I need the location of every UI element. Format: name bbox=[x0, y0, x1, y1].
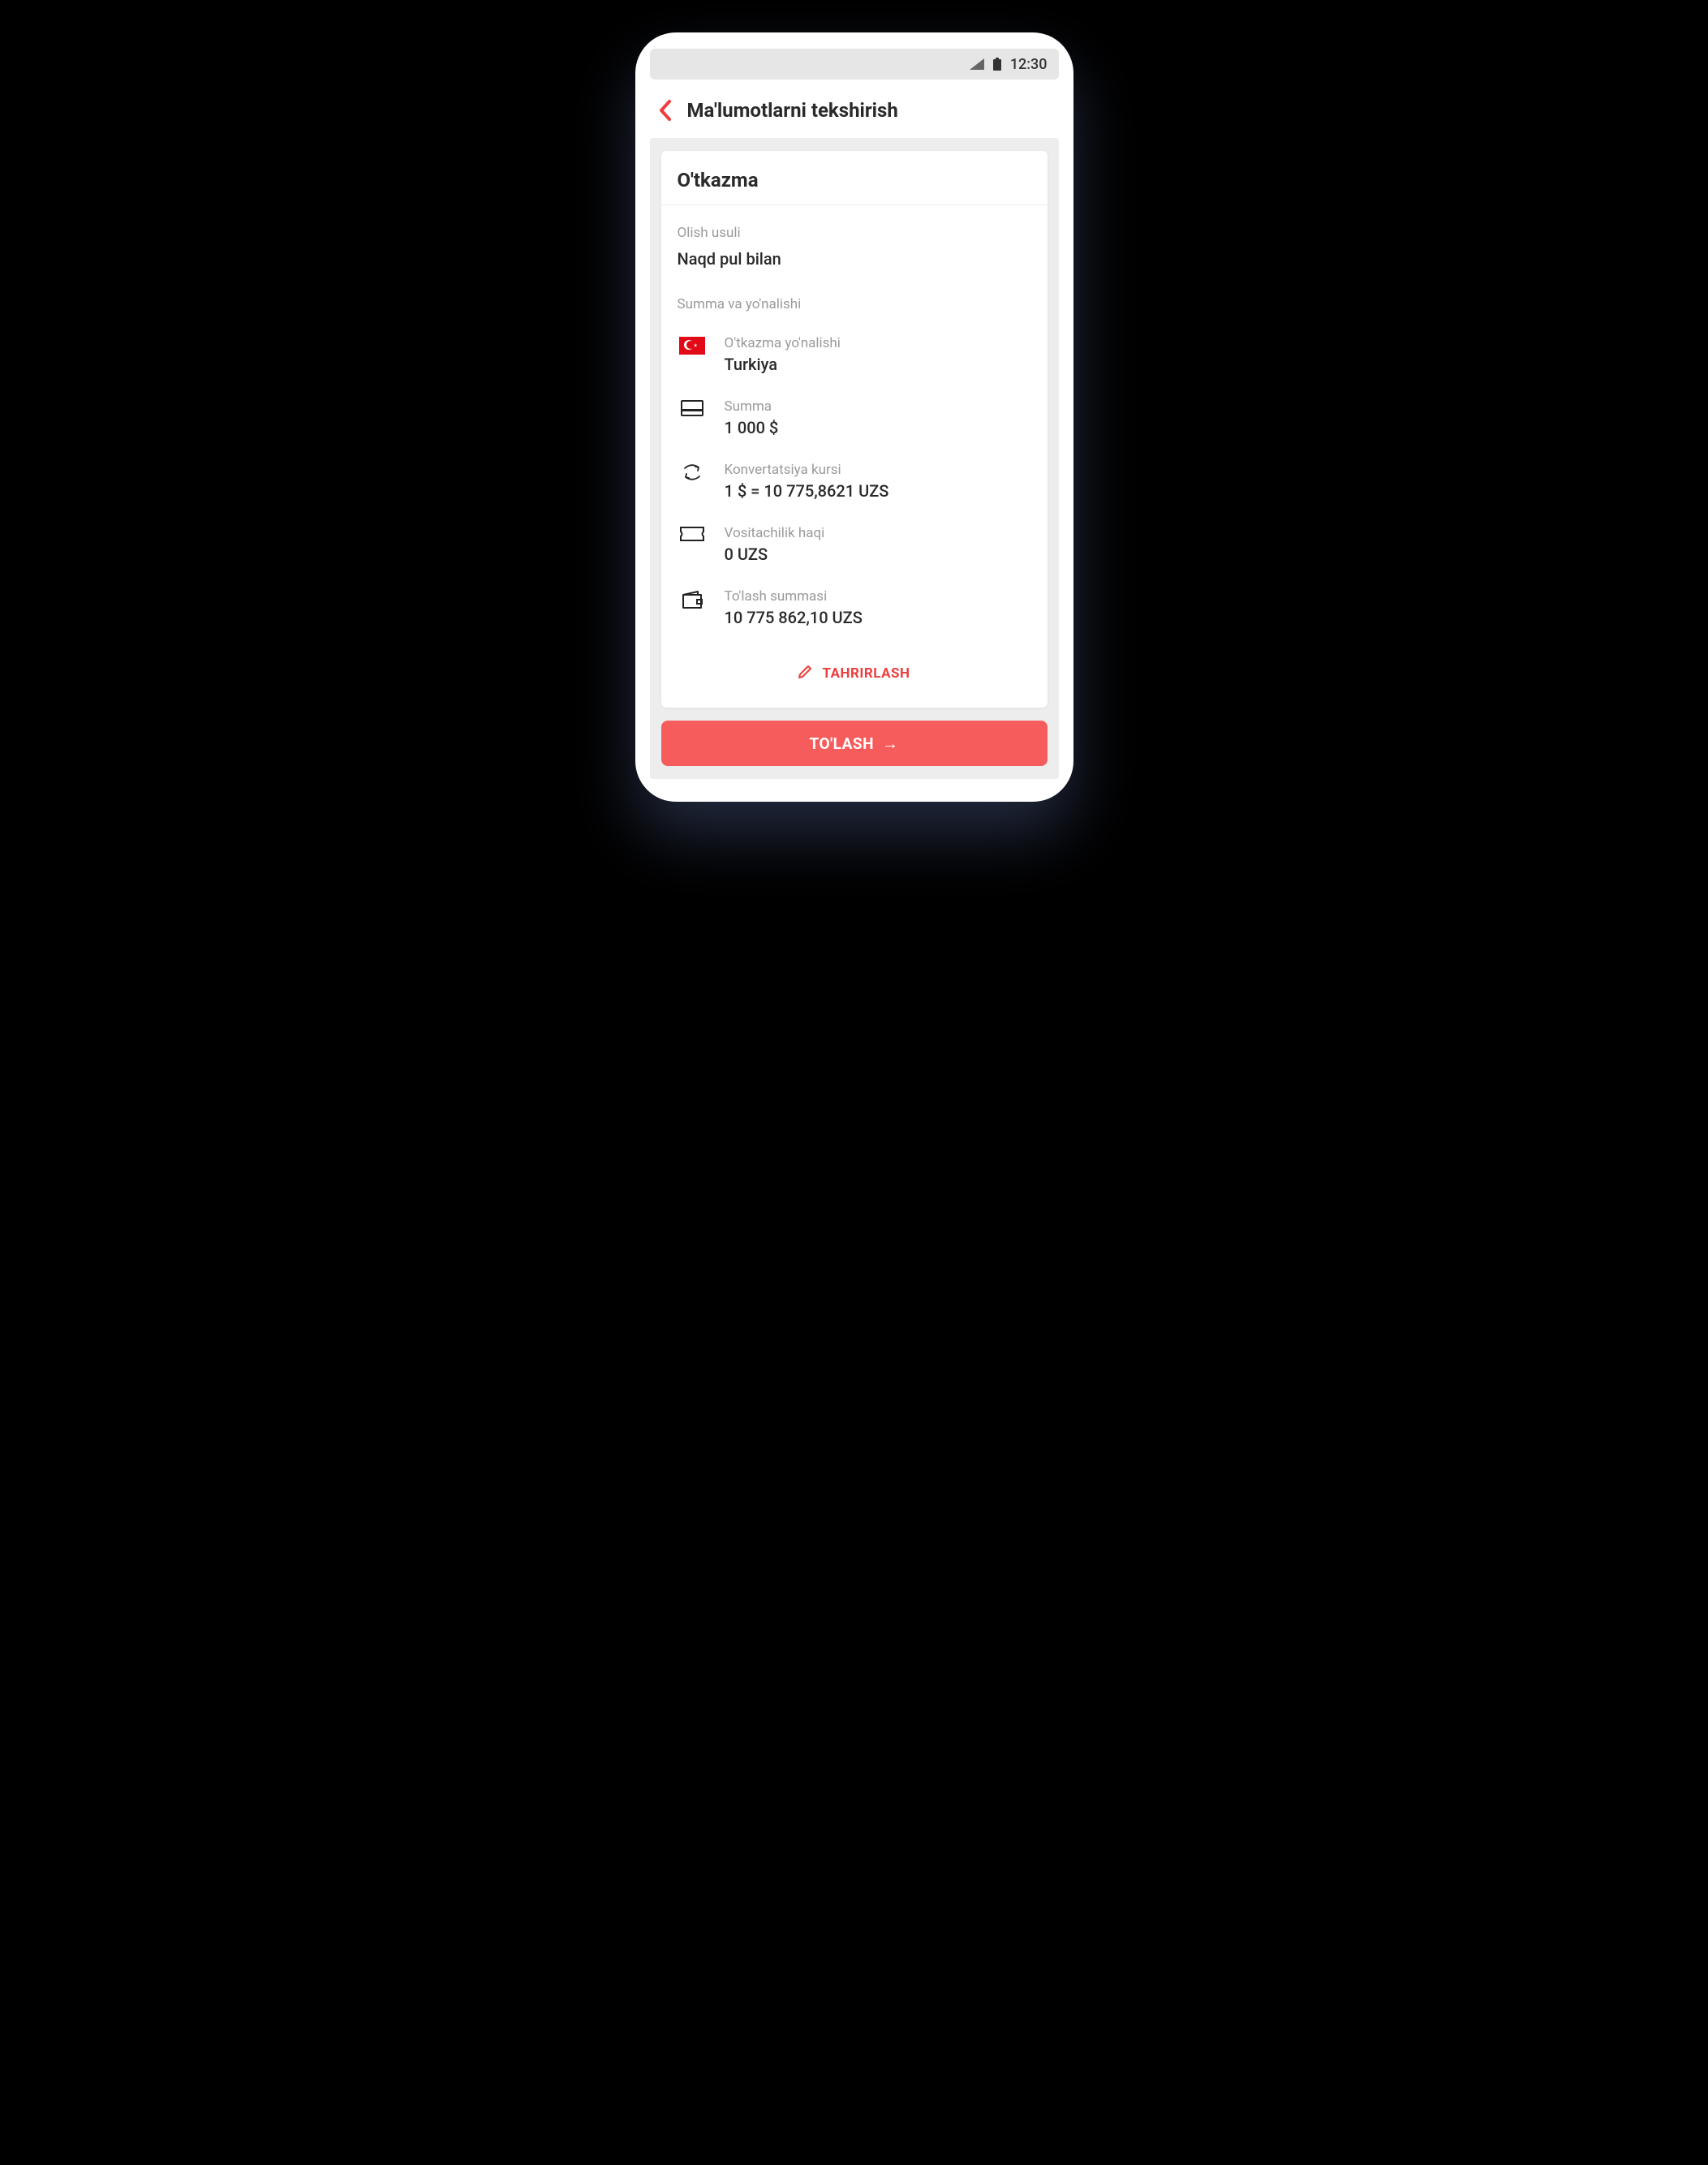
pencil-icon bbox=[798, 663, 814, 683]
status-time: 12:30 bbox=[1010, 56, 1048, 73]
method-value: Naqd pul bilan bbox=[678, 249, 1031, 269]
battery-icon bbox=[992, 58, 1002, 71]
fee-label: Vositachilik haqi bbox=[725, 525, 1031, 541]
arrow-right-icon: → bbox=[882, 734, 899, 754]
rate-label: Konvertatsiya kursi bbox=[725, 462, 1031, 478]
amount-label: Summa bbox=[725, 398, 1031, 415]
row-fee: Vositachilik haqi 0 UZS bbox=[678, 525, 1031, 564]
edit-button[interactable]: TAHRIRLASH bbox=[678, 652, 1031, 691]
wallet-icon bbox=[681, 590, 703, 613]
total-label: To'lash summasi bbox=[725, 588, 1031, 605]
pay-button[interactable]: TO'LASH → bbox=[661, 721, 1048, 766]
pay-button-label: TO'LASH bbox=[809, 734, 874, 753]
row-direction: O'tkazma yo'nalishi Turkiya bbox=[678, 335, 1031, 374]
card-icon bbox=[681, 400, 703, 420]
direction-label: O'tkazma yo'nalishi bbox=[725, 335, 1031, 351]
fee-value: 0 UZS bbox=[725, 544, 1031, 564]
turkey-flag-icon bbox=[679, 337, 705, 355]
method-label: Olish usuli bbox=[678, 225, 1031, 241]
page-title: Ma'lumotlarni tekshirish bbox=[687, 99, 898, 122]
amount-value: 1 000 $ bbox=[725, 418, 1031, 437]
back-button[interactable] bbox=[658, 99, 673, 122]
content-area: O'tkazma Olish usuli Naqd pul bilan Summ… bbox=[650, 138, 1059, 779]
navbar: Ma'lumotlarni tekshirish bbox=[650, 80, 1059, 138]
ticket-icon bbox=[680, 527, 704, 544]
amount-direction-label: Summa va yo'nalishi bbox=[678, 296, 1031, 312]
rate-value: 1 $ = 10 775,8621 UZS bbox=[725, 481, 1031, 501]
row-total: To'lash summasi 10 775 862,10 UZS bbox=[678, 588, 1031, 627]
transfer-card: O'tkazma Olish usuli Naqd pul bilan Summ… bbox=[661, 151, 1048, 708]
direction-value: Turkiya bbox=[725, 355, 1031, 374]
status-bar: 12:30 bbox=[650, 49, 1059, 80]
signal-icon bbox=[970, 58, 984, 70]
total-value: 10 775 862,10 UZS bbox=[725, 608, 1031, 627]
exchange-icon bbox=[682, 463, 703, 484]
phone-frame: 12:30 Ma'lumotlarni tekshirish O'tkazma … bbox=[635, 32, 1073, 802]
row-amount: Summa 1 000 $ bbox=[678, 398, 1031, 437]
card-title: O'tkazma bbox=[661, 151, 1048, 205]
edit-button-label: TAHRIRLASH bbox=[822, 665, 910, 682]
row-rate: Konvertatsiya kursi 1 $ = 10 775,8621 UZ… bbox=[678, 462, 1031, 501]
